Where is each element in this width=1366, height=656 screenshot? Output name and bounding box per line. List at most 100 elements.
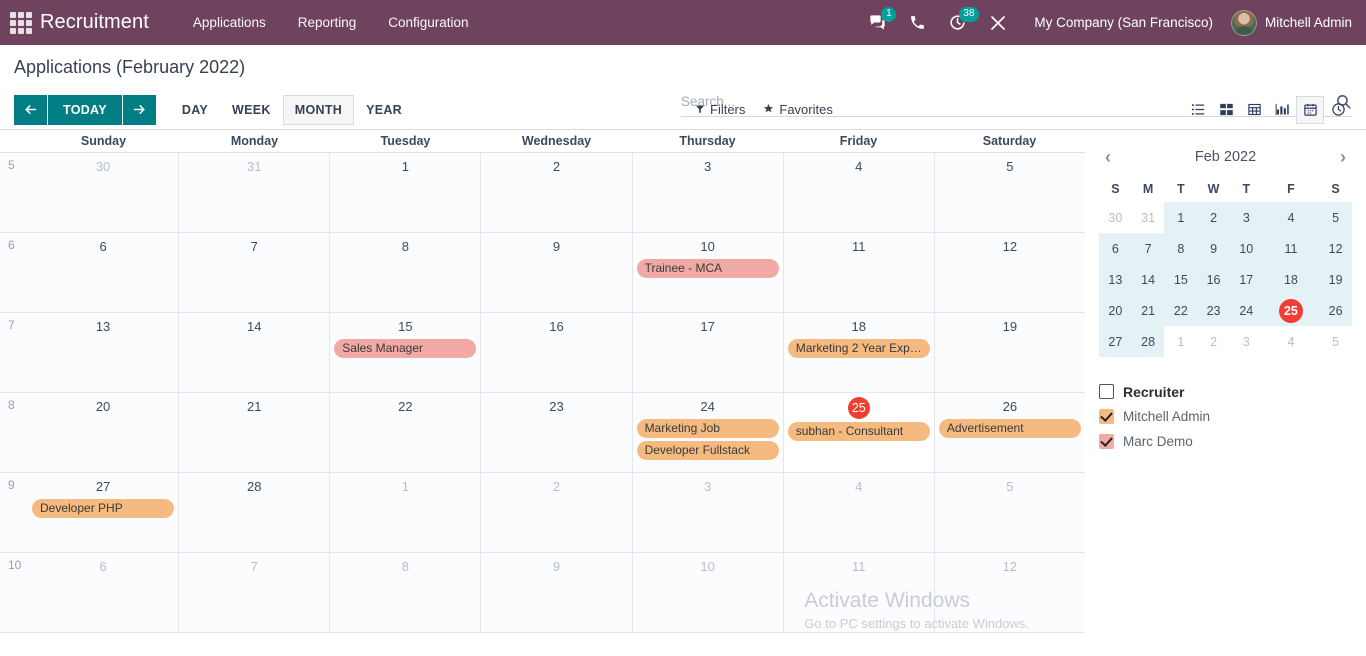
calendar-day-cell[interactable]: 1 (329, 473, 481, 552)
filter-item-marc-demo[interactable]: Marc Demo (1099, 429, 1352, 454)
mini-calendar-day[interactable]: 20 (1099, 295, 1132, 326)
mini-calendar-day[interactable]: 14 (1131, 264, 1165, 295)
week-number[interactable]: 6 (0, 233, 28, 312)
calendar-day-cell[interactable]: 14 (178, 313, 330, 392)
menu-applications[interactable]: Applications (177, 0, 282, 45)
mini-calendar-day[interactable]: 13 (1099, 264, 1132, 295)
mini-calendar-day[interactable]: 31 (1132, 202, 1165, 233)
mini-calendar-day[interactable]: 1 (1164, 326, 1197, 357)
filter-item-mitchell-admin[interactable]: Mitchell Admin (1099, 404, 1352, 429)
calendar-day-cell[interactable]: 1 (329, 153, 481, 232)
filter-header-recruiter[interactable]: Recruiter (1099, 379, 1352, 404)
calendar-day-cell[interactable]: 24 Marketing Job Developer Fullstack (631, 393, 783, 472)
scale-year-button[interactable]: YEAR (354, 95, 414, 125)
week-number[interactable]: 7 (0, 313, 28, 392)
mini-calendar-day[interactable]: 9 (1197, 233, 1230, 264)
calendar-day-cell[interactable]: 3 (631, 473, 783, 552)
mini-calendar-day[interactable]: 25 (1262, 295, 1320, 326)
calendar-day-cell[interactable]: 5 (933, 153, 1085, 232)
prev-period-button[interactable] (14, 94, 47, 125)
mini-calendar-day[interactable]: 3 (1230, 326, 1263, 357)
mini-calendar-day[interactable]: 12 (1319, 233, 1352, 264)
calendar-day-cell[interactable]: 2 (480, 473, 632, 552)
calendar-day-cell[interactable]: 16 (480, 313, 632, 392)
mini-calendar-day[interactable]: 1 (1164, 202, 1198, 233)
filters-dropdown[interactable]: Filters (695, 102, 745, 117)
mini-calendar-day[interactable]: 24 (1229, 295, 1263, 326)
mini-calendar-day[interactable]: 23 (1197, 295, 1230, 326)
calendar-day-cell[interactable]: 5 (933, 473, 1085, 552)
calendar-day-cell[interactable]: 9 (480, 233, 632, 312)
menu-reporting[interactable]: Reporting (282, 0, 373, 45)
calendar-event[interactable]: Developer PHP (32, 499, 175, 518)
calendar-day-cell[interactable]: 23 (480, 393, 632, 472)
calendar-day-cell[interactable]: 28 (178, 473, 330, 552)
mini-calendar-day[interactable]: 8 (1164, 233, 1198, 264)
recruiter-header-checkbox[interactable] (1099, 384, 1114, 399)
week-number[interactable]: 9 (0, 473, 28, 552)
calendar-event[interactable]: Marketing Job (636, 419, 779, 438)
mini-calendar-day[interactable]: 11 (1262, 233, 1320, 264)
calendar-event[interactable]: Sales Manager (334, 339, 477, 358)
calendar-day-cell[interactable]: 9 (480, 553, 632, 632)
mini-calendar-day[interactable]: 21 (1131, 295, 1165, 326)
menu-configuration[interactable]: Configuration (372, 0, 484, 45)
calendar-day-cell[interactable]: 19 (933, 313, 1085, 392)
scale-week-button[interactable]: WEEK (220, 95, 283, 125)
calendar-day-cell[interactable]: 7 (178, 553, 330, 632)
calendar-day-cell[interactable]: 20 (28, 393, 179, 472)
mini-calendar-day[interactable]: 6 (1099, 233, 1132, 264)
mini-calendar-day[interactable]: 26 (1319, 295, 1352, 326)
mini-calendar-day[interactable]: 17 (1229, 264, 1263, 295)
scale-day-button[interactable]: DAY (170, 95, 220, 125)
calendar-day-cell[interactable]: 27 Developer PHP (28, 473, 179, 552)
mini-calendar-day[interactable]: 18 (1262, 264, 1320, 295)
calendar-day-cell[interactable]: 30 (28, 153, 179, 232)
week-number[interactable]: 5 (0, 153, 28, 232)
calendar-day-cell[interactable]: 6 (28, 553, 179, 632)
calendar-day-cell[interactable]: 12 (933, 233, 1085, 312)
calendar-day-cell[interactable]: 18 Marketing 2 Year Expe... (782, 313, 934, 392)
apps-grid-icon[interactable] (8, 10, 34, 36)
calendar-day-cell[interactable]: 2 (480, 153, 632, 232)
mini-calendar-day[interactable]: 3 (1229, 202, 1263, 233)
calendar-day-cell[interactable]: 10 Trainee - MCA (631, 233, 783, 312)
kanban-view-icon[interactable] (1212, 96, 1240, 124)
calendar-day-cell[interactable]: 4 (782, 153, 934, 232)
chevron-right-icon[interactable]: › (1334, 148, 1352, 166)
mini-calendar-day[interactable]: 4 (1263, 326, 1320, 357)
calendar-day-cell[interactable]: 25 subhan - Consultant (782, 393, 934, 472)
calendar-view-icon[interactable] (1296, 95, 1324, 124)
mini-calendar-day[interactable]: 30 (1099, 202, 1132, 233)
calendar-day-cell[interactable]: 4 (782, 473, 934, 552)
mini-calendar-day[interactable]: 19 (1319, 264, 1352, 295)
user-menu[interactable]: Mitchell Admin (1230, 9, 1352, 36)
calendar-day-cell[interactable]: 31 (178, 153, 330, 232)
mini-calendar-day[interactable]: 2 (1197, 202, 1230, 233)
messages-icon[interactable]: 1 (868, 0, 897, 45)
week-number[interactable]: 10 (0, 553, 28, 632)
calendar-day-cell[interactable]: 11 (782, 553, 934, 632)
filter-checkbox-mitchell-admin[interactable] (1099, 409, 1114, 424)
calendar-day-cell[interactable]: 7 (178, 233, 330, 312)
filter-checkbox-marc-demo[interactable] (1099, 434, 1114, 449)
calendar-event[interactable]: Trainee - MCA (636, 259, 779, 278)
calendar-day-cell[interactable]: 13 (28, 313, 179, 392)
today-button[interactable]: TODAY (48, 94, 122, 125)
calendar-day-cell[interactable]: 8 (329, 553, 481, 632)
calendar-event[interactable]: Marketing 2 Year Expe... (787, 339, 930, 358)
calendar-day-cell[interactable]: 10 (631, 553, 783, 632)
mini-calendar-day[interactable]: 4 (1262, 202, 1320, 233)
mini-calendar-day[interactable]: 15 (1164, 264, 1198, 295)
mini-calendar-day[interactable]: 5 (1319, 202, 1352, 233)
mini-calendar-day[interactable]: 27 (1099, 326, 1132, 357)
mini-calendar-day[interactable]: 22 (1164, 295, 1198, 326)
calendar-day-cell[interactable]: 15 Sales Manager (329, 313, 481, 392)
scale-month-button[interactable]: MONTH (282, 94, 355, 125)
calendar-event[interactable]: Developer Fullstack (636, 441, 779, 460)
mini-calendar-day[interactable]: 28 (1131, 326, 1165, 357)
calendar-day-cell[interactable]: 21 (178, 393, 330, 472)
activity-view-icon[interactable] (1324, 96, 1352, 124)
mini-calendar-day[interactable]: 7 (1131, 233, 1165, 264)
pivot-view-icon[interactable] (1240, 96, 1268, 124)
